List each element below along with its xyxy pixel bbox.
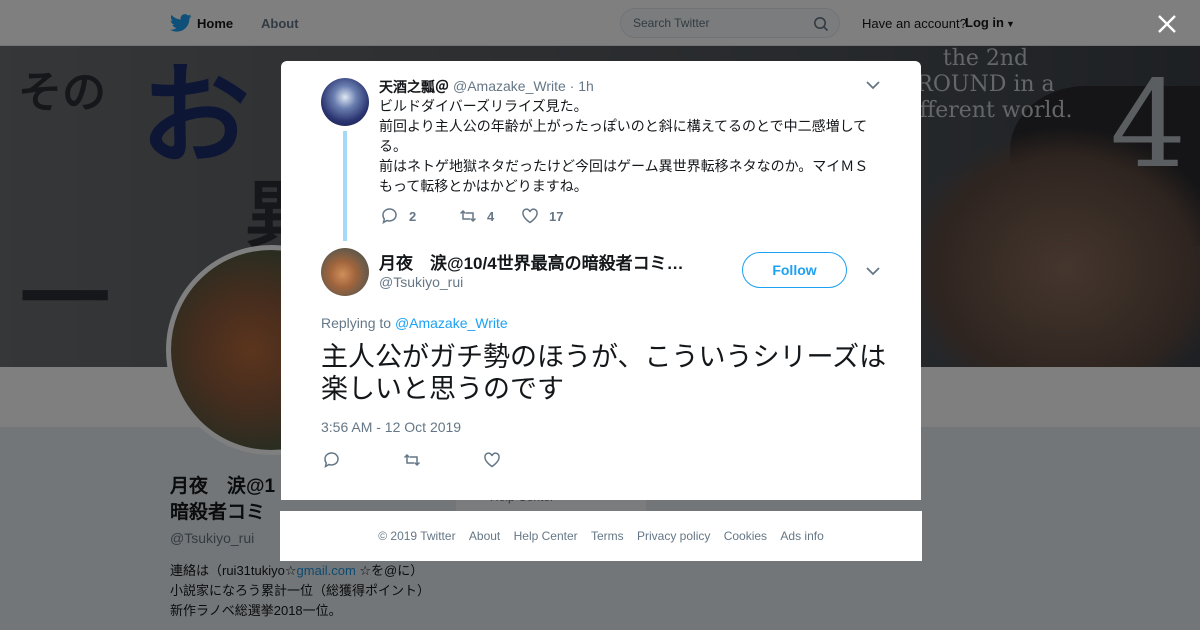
parent-tweet-meta: @Amazake_Write · 1h — [453, 78, 594, 94]
heart-icon — [484, 452, 500, 468]
replying-to-prefix: Replying to — [321, 315, 395, 331]
like-button[interactable] — [483, 451, 511, 469]
parent-tweet-text: ビルドダイバーズリライズ見た。 前回より主人公の年齢が上がったっぽいのと斜に構え… — [379, 96, 879, 196]
retweet-icon — [403, 453, 421, 467]
tweet-permalink-modal: 天酒之瓢＠ @Amazake_Write · 1h ビルドダイバーズリライズ見た… — [281, 61, 921, 500]
parent-tweet-time[interactable]: 1h — [578, 78, 594, 94]
retweet-button[interactable] — [403, 451, 431, 469]
reply-count: 2 — [409, 208, 417, 224]
close-icon[interactable] — [1155, 12, 1179, 36]
modal-footer: © 2019 Twitter About Help Center Terms P… — [280, 511, 922, 561]
chevron-down-icon[interactable] — [866, 266, 880, 276]
follow-button[interactable]: Follow — [742, 252, 847, 288]
footer-cookies-link[interactable]: Cookies — [724, 529, 767, 543]
heart-icon — [522, 208, 538, 224]
separator-dot: · — [569, 78, 575, 94]
footer-privacy-link[interactable]: Privacy policy — [637, 529, 710, 543]
parent-tweet-avatar[interactable] — [321, 78, 369, 126]
footer-help-link[interactable]: Help Center — [514, 529, 578, 543]
tweet-author-handle[interactable]: @Tsukiyo_rui — [379, 274, 463, 290]
thread-connector-line — [343, 131, 347, 241]
footer-ads-link[interactable]: Ads info — [780, 529, 823, 543]
reply-icon — [382, 208, 397, 224]
footer-terms-link[interactable]: Terms — [591, 529, 624, 543]
tweet-timestamp[interactable]: 3:56 AM - 12 Oct 2019 — [321, 419, 461, 435]
retweet-button[interactable]: 4 — [459, 207, 494, 225]
tweet-text: 主人公がガチ勢のほうが、こういうシリーズは楽しいと思うのです — [321, 342, 887, 404]
like-button[interactable]: 17 — [521, 207, 563, 225]
retweet-count: 4 — [487, 208, 495, 224]
parent-tweet-author-name[interactable]: 天酒之瓢＠ — [379, 77, 449, 97]
parent-tweet-line: 前はネトゲ地獄ネタだったけど今回はゲーム異世界転移ネタなのか。マイＭＳもって転移… — [379, 158, 869, 194]
footer-about-link[interactable]: About — [469, 529, 500, 543]
footer-copyright: © 2019 Twitter — [378, 529, 456, 543]
like-count: 17 — [549, 208, 564, 224]
parent-tweet-handle[interactable]: @Amazake_Write — [453, 78, 566, 94]
parent-tweet-line: ビルドダイバーズリライズ見た。 — [379, 98, 588, 114]
reply-button[interactable] — [323, 451, 351, 469]
reply-button[interactable]: 2 — [381, 207, 416, 225]
parent-tweet-line: 前回より主人公の年齢が上がったっぽいのと斜に構えてるのとで中二感増してる。 — [379, 118, 868, 154]
reply-icon — [324, 452, 339, 468]
retweet-icon — [459, 209, 477, 223]
tweet-author-avatar[interactable] — [321, 248, 369, 296]
tweet-author-name[interactable]: 月夜 涙@10/4世界最高の暗殺者コミック一巻発売 — [379, 249, 689, 274]
replying-to: Replying to @Amazake_Write — [321, 315, 508, 331]
replying-to-handle[interactable]: @Amazake_Write — [395, 315, 508, 331]
chevron-down-icon[interactable] — [866, 80, 880, 90]
